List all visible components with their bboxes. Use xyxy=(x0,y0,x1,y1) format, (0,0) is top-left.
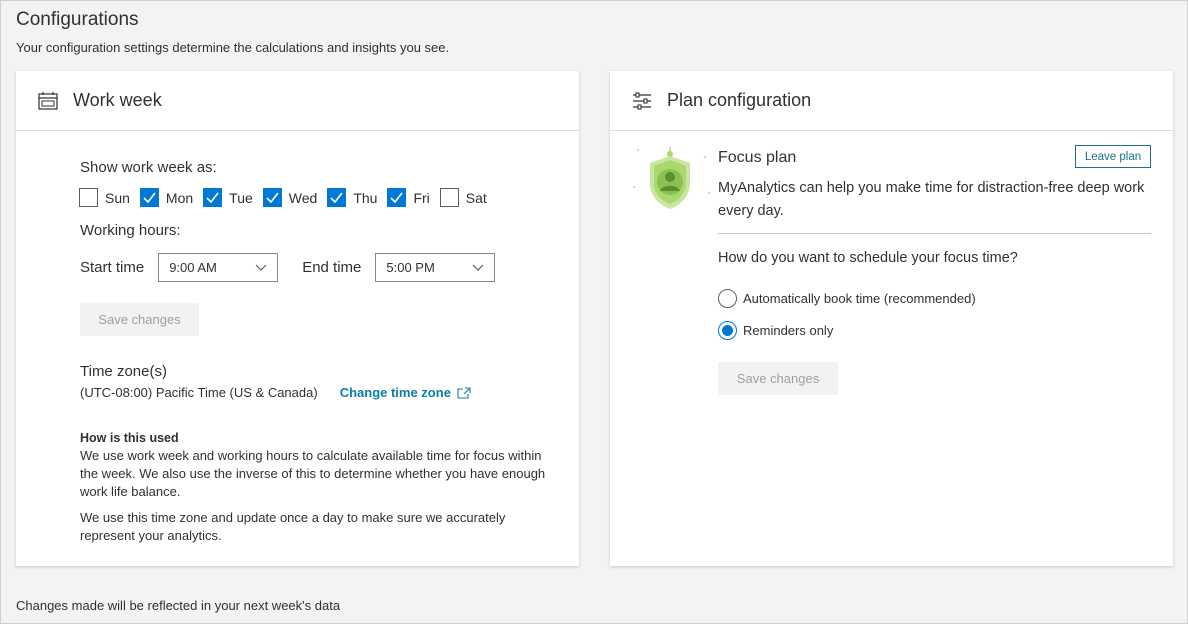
timezone-value: (UTC-08:00) Pacific Time (US & Canada) xyxy=(80,385,318,400)
chevron-down-icon xyxy=(472,264,484,271)
page-title: Configurations xyxy=(16,9,139,30)
day-label: Fri xyxy=(413,189,430,206)
day-label: Thu xyxy=(353,189,378,206)
sliders-icon xyxy=(631,90,653,112)
day-checkbox[interactable] xyxy=(327,188,347,207)
hours-row: Start time 9:00 AM End time 5:00 PM xyxy=(80,253,519,282)
end-time-select[interactable]: 5:00 PM xyxy=(375,253,496,282)
start-time-select[interactable]: 9:00 AM xyxy=(158,253,279,282)
footer-note: Changes made will be reflected in your n… xyxy=(16,598,341,613)
calendar-icon xyxy=(37,90,59,112)
day-fri[interactable]: Fri xyxy=(387,188,430,207)
checkmark-icon xyxy=(266,192,279,203)
chevron-down-icon xyxy=(255,264,267,271)
focus-plan-description: MyAnalytics can help you make time for d… xyxy=(718,180,1145,219)
focus-shield-illustration xyxy=(632,145,712,215)
radio-reminders-only[interactable]: Reminders only xyxy=(718,321,833,340)
change-timezone-link[interactable]: Change time zone xyxy=(340,385,471,400)
end-time-value: 5:00 PM xyxy=(386,260,435,275)
external-link-icon xyxy=(457,386,471,399)
radio-button[interactable] xyxy=(718,321,737,340)
timezone-label: Time zone(s) xyxy=(80,363,167,380)
day-checkbox[interactable] xyxy=(262,188,282,207)
day-checkbox[interactable] xyxy=(79,188,98,207)
day-checkbox[interactable] xyxy=(439,188,459,207)
day-sun[interactable]: Sun xyxy=(79,188,130,207)
day-label: Wed xyxy=(288,189,318,206)
day-sat[interactable]: Sat xyxy=(439,188,487,207)
start-time-value: 9:00 AM xyxy=(169,260,217,275)
divider xyxy=(718,233,1151,234)
end-time-label: End time xyxy=(302,259,362,276)
checkmark-icon xyxy=(330,192,343,203)
plan-config-header: Plan configuration xyxy=(610,71,1173,131)
how-used-section: How is this used We use work week and wo… xyxy=(80,429,560,553)
show-work-week-label: Show work week as: xyxy=(80,159,217,176)
day-thu[interactable]: Thu xyxy=(327,188,377,207)
checkmark-icon xyxy=(143,192,156,203)
radio-auto-book[interactable]: Automatically book time (recommended) xyxy=(718,289,976,308)
work-week-header: Work week xyxy=(16,71,579,131)
plan-config-title: Plan configuration xyxy=(667,90,812,110)
work-week-title: Work week xyxy=(73,90,162,110)
radio-dot xyxy=(722,325,733,336)
day-label: Tue xyxy=(229,189,253,206)
day-label: Sat xyxy=(465,189,487,206)
radio-label: Automatically book time (recommended) xyxy=(743,291,976,306)
focus-plan-title: Focus plan xyxy=(718,149,797,166)
checkmark-icon xyxy=(206,192,219,203)
day-checkbox[interactable] xyxy=(387,188,407,207)
day-label: Sun xyxy=(105,189,130,206)
how-used-paragraph-1: We use work week and working hours to ca… xyxy=(80,448,546,499)
day-checkbox[interactable] xyxy=(139,188,159,207)
radio-label: Reminders only xyxy=(743,323,834,338)
timezone-row: (UTC-08:00) Pacific Time (US & Canada) C… xyxy=(80,385,471,400)
checkmark-icon xyxy=(390,192,404,203)
start-time-label: Start time xyxy=(80,259,145,276)
change-timezone-label: Change time zone xyxy=(339,385,451,400)
working-hours-label: Working hours: xyxy=(80,222,181,239)
day-wed[interactable]: Wed xyxy=(262,188,318,207)
how-used-title: How is this used xyxy=(80,431,179,445)
radio-button[interactable] xyxy=(718,289,737,308)
day-checkbox[interactable] xyxy=(203,188,223,207)
page-subtitle: Your configuration settings determine th… xyxy=(16,40,450,55)
day-tue[interactable]: Tue xyxy=(203,188,253,207)
plan-save-button[interactable]: Save changes xyxy=(718,362,838,395)
day-mon[interactable]: Mon xyxy=(139,188,194,207)
schedule-question: How do you want to schedule your focus t… xyxy=(718,250,1018,266)
work-week-card: Work week Show work week as: Sun Mon Tue… xyxy=(16,71,579,566)
days-row: Sun Mon Tue Wed Thu Fri Sat xyxy=(79,188,497,207)
day-label: Mon xyxy=(165,189,194,206)
how-used-paragraph-2: We use this time zone and update once a … xyxy=(80,510,506,543)
plan-config-card: Plan configuration Focus plan Leave plan… xyxy=(610,71,1173,566)
leave-plan-button[interactable]: Leave plan xyxy=(1075,145,1151,168)
work-week-save-button[interactable]: Save changes xyxy=(80,303,199,336)
